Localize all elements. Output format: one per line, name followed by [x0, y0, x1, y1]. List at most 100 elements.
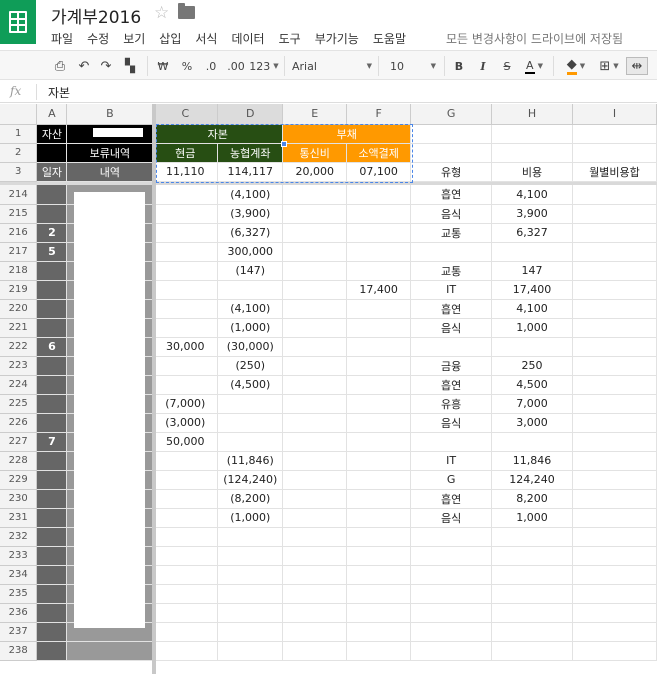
column-header-h[interactable]: H: [491, 104, 573, 125]
cell-g[interactable]: 흡연: [410, 185, 493, 205]
cell-a[interactable]: [36, 527, 68, 547]
cell-i[interactable]: [572, 527, 657, 547]
cell-c[interactable]: [152, 508, 219, 528]
cell-h[interactable]: 3,900: [491, 204, 573, 224]
cell-monthly-total-label[interactable]: 월별비용합: [572, 162, 657, 182]
selection-handle[interactable]: [281, 141, 287, 147]
cell-c[interactable]: [152, 470, 219, 490]
undo-icon[interactable]: ↶: [76, 57, 92, 75]
decrease-decimal-button[interactable]: .0: [202, 57, 220, 75]
cell-g[interactable]: 음식: [410, 204, 493, 224]
cell-i[interactable]: [572, 584, 657, 604]
cell-detail-label[interactable]: 내역: [66, 162, 154, 182]
cell-d[interactable]: (124,240): [217, 470, 284, 490]
cell-c[interactable]: [152, 489, 219, 509]
cell-e[interactable]: [282, 299, 348, 319]
cell-g[interactable]: [410, 622, 493, 642]
cell-f[interactable]: [346, 299, 412, 319]
cell-a[interactable]: [36, 185, 68, 205]
cell-g[interactable]: 음식: [410, 318, 493, 338]
cell-f[interactable]: [346, 375, 412, 395]
row-header[interactable]: 234: [0, 565, 38, 585]
cell-f[interactable]: [346, 337, 412, 357]
cell-g[interactable]: [410, 603, 493, 623]
cell-c[interactable]: [152, 565, 219, 585]
cell-a[interactable]: [36, 394, 68, 414]
cell-c[interactable]: [152, 356, 219, 376]
cell-f[interactable]: [346, 394, 412, 414]
cell-a[interactable]: 7: [36, 432, 68, 452]
cell-h[interactable]: 1,000: [491, 318, 573, 338]
cell-a[interactable]: [36, 204, 68, 224]
row-header[interactable]: 233: [0, 546, 38, 566]
cell-e[interactable]: [282, 185, 348, 205]
cell-e[interactable]: [282, 204, 348, 224]
cell-i[interactable]: [572, 413, 657, 433]
cell-a[interactable]: [36, 261, 68, 281]
cell-a[interactable]: [36, 546, 68, 566]
cell-d[interactable]: (30,000): [217, 337, 284, 357]
cell-h[interactable]: 6,327: [491, 223, 573, 243]
cell-h[interactable]: 17,400: [491, 280, 573, 300]
cell-a[interactable]: [36, 280, 68, 300]
cell-f[interactable]: [346, 641, 412, 661]
cell-e[interactable]: [282, 470, 348, 490]
row-header[interactable]: 218: [0, 261, 38, 281]
cell-i[interactable]: [572, 451, 657, 471]
currency-format-button[interactable]: ₩: [155, 57, 171, 75]
cell-a[interactable]: [36, 584, 68, 604]
cell-d[interactable]: (11,846): [217, 451, 284, 471]
cell-h[interactable]: [491, 641, 573, 661]
cell-g[interactable]: G: [410, 470, 493, 490]
cell-g[interactable]: 교통: [410, 261, 493, 281]
cell-e[interactable]: [282, 394, 348, 414]
cell-h[interactable]: 4,100: [491, 185, 573, 205]
cell-g[interactable]: 흡연: [410, 489, 493, 509]
row-header[interactable]: 221: [0, 318, 38, 338]
row-header[interactable]: 222: [0, 337, 38, 357]
cell-c[interactable]: [152, 451, 219, 471]
cell-a[interactable]: [36, 413, 68, 433]
cell-e[interactable]: [282, 337, 348, 357]
cell-h[interactable]: [491, 546, 573, 566]
cell-g[interactable]: 흡연: [410, 299, 493, 319]
cell-h[interactable]: [491, 565, 573, 585]
menu-edit[interactable]: 수정: [87, 30, 109, 46]
cell-telecom-label[interactable]: 통신비: [282, 143, 348, 163]
cell-h[interactable]: [491, 337, 573, 357]
row-header[interactable]: 2: [0, 143, 38, 163]
menu-format[interactable]: 서식: [195, 30, 217, 46]
cell-a[interactable]: 2: [36, 223, 68, 243]
cell-f[interactable]: [346, 318, 412, 338]
cell-e[interactable]: [282, 375, 348, 395]
column-header-a[interactable]: A: [36, 104, 68, 125]
cell-h[interactable]: [491, 622, 573, 642]
cell-c[interactable]: [152, 375, 219, 395]
cell-equity-header[interactable]: 자본: [152, 124, 284, 144]
cell-c[interactable]: [152, 318, 219, 338]
print-icon[interactable]: ⎙: [52, 57, 68, 75]
column-header-c[interactable]: C: [152, 104, 219, 125]
cell-c[interactable]: [152, 546, 219, 566]
row-header[interactable]: 225: [0, 394, 38, 414]
more-formats-button[interactable]: 123 ▼: [249, 57, 279, 75]
cell-e[interactable]: [282, 584, 348, 604]
cell-i[interactable]: [572, 603, 657, 623]
cell-a[interactable]: [36, 470, 68, 490]
row-header[interactable]: 214: [0, 185, 38, 205]
cell-c[interactable]: [152, 299, 219, 319]
cell-d[interactable]: [217, 546, 284, 566]
cell-f[interactable]: [346, 546, 412, 566]
cell-c[interactable]: [152, 603, 219, 623]
cell-i[interactable]: [572, 318, 657, 338]
cell-c[interactable]: 30,000: [152, 337, 219, 357]
cell-e[interactable]: [282, 223, 348, 243]
cell-h[interactable]: 7,000: [491, 394, 573, 414]
cell-e[interactable]: [282, 489, 348, 509]
cell[interactable]: [491, 143, 573, 163]
cell-a[interactable]: [36, 375, 68, 395]
cell-g[interactable]: 음식: [410, 413, 493, 433]
column-header-b[interactable]: B: [66, 104, 154, 125]
menu-tools[interactable]: 도구: [279, 30, 301, 46]
cell[interactable]: [36, 143, 68, 163]
